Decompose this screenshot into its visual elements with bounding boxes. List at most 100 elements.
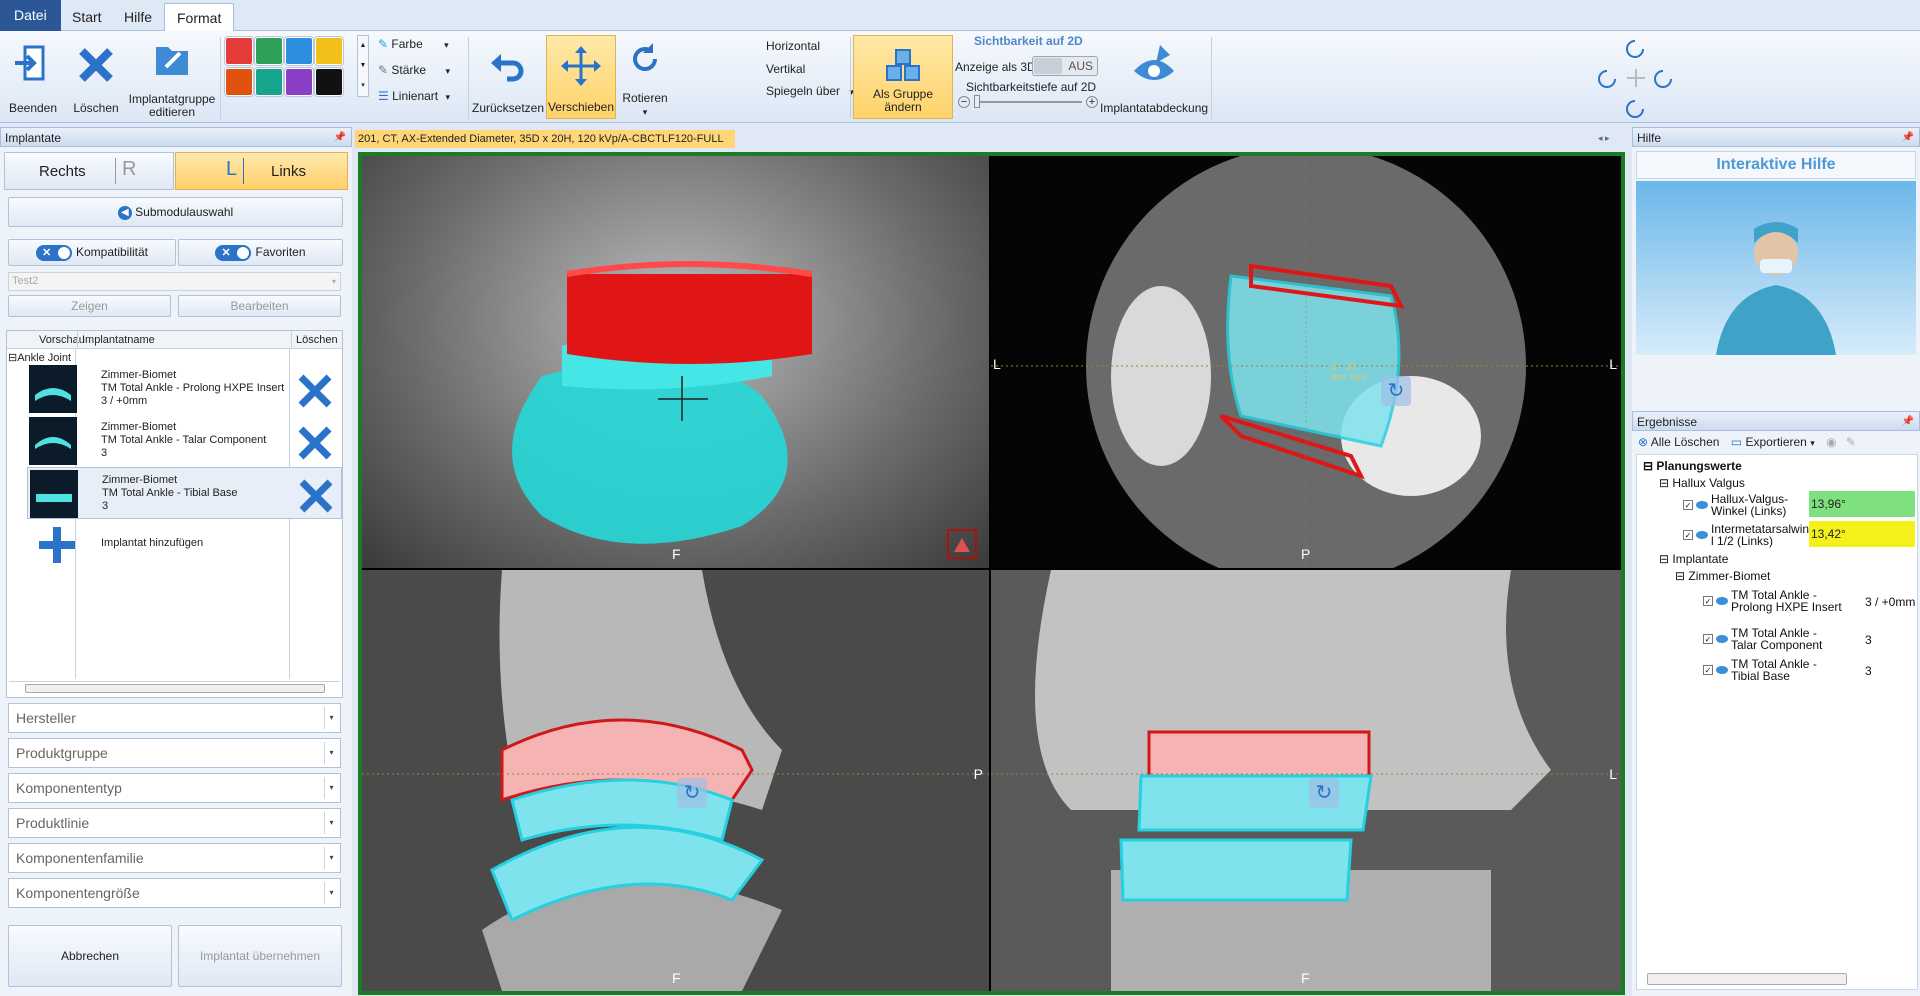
- profile-select[interactable]: Test2 ▾: [8, 272, 341, 291]
- implantat-uebernehmen-button[interactable]: Implantat übernehmen: [178, 925, 342, 987]
- komponentenfamilie-dropdown[interactable]: Komponentenfamilie ▾: [8, 843, 341, 873]
- color-swatch-purple[interactable]: [285, 68, 313, 96]
- result-insert[interactable]: ✓ TM Total Ankle - Prolong HXPE Insert: [1703, 589, 1842, 613]
- linienart-dropdown[interactable]: ☰ Linienart ▾: [378, 89, 450, 103]
- rotate-handle-icon[interactable]: ↻: [1309, 778, 1339, 808]
- rotieren-button[interactable]: Rotieren ▾: [620, 35, 670, 119]
- color-swatch-yellow[interactable]: [315, 37, 343, 65]
- rotate-handle-icon[interactable]: ↻: [1381, 376, 1411, 406]
- implant-preview-talar: [29, 417, 77, 465]
- pin-icon[interactable]: 📌: [1902, 128, 1914, 148]
- horizontal-button[interactable]: Horizontal: [766, 39, 820, 53]
- komponententyp-dropdown[interactable]: Komponententyp ▾: [8, 773, 341, 803]
- als-gruppe-aendern-button[interactable]: Als Gruppe ändern: [853, 35, 953, 119]
- exportieren-dropdown[interactable]: ▭ Exportieren ▾: [1731, 435, 1815, 449]
- table-hscrollbar[interactable]: [9, 681, 340, 695]
- color-swatch-green[interactable]: [255, 37, 283, 65]
- beenden-button[interactable]: Beenden: [4, 35, 62, 119]
- checkbox[interactable]: ✓: [1683, 530, 1693, 540]
- paint-icon: ✎: [378, 37, 389, 51]
- rotate-handle-icon[interactable]: ↻: [677, 778, 707, 808]
- zuruecksetzen-button[interactable]: Zurücksetzen: [472, 35, 544, 119]
- orientation-label: P: [1301, 546, 1311, 562]
- hersteller-dropdown[interactable]: Hersteller ▾: [8, 703, 341, 733]
- spiegeln-dropdown[interactable]: Spiegeln über ▾: [766, 84, 854, 98]
- help-video-thumbnail[interactable]: [1636, 181, 1916, 355]
- result-tibial[interactable]: ✓ TM Total Ankle - Tibial Base: [1703, 658, 1817, 682]
- abbrechen-button[interactable]: Abbrechen: [8, 925, 172, 987]
- eye-icon[interactable]: [1696, 531, 1708, 539]
- sichtbarkeitstiefe-slider[interactable]: − +: [958, 94, 1098, 110]
- checkbox[interactable]: ✓: [1703, 634, 1713, 644]
- tab-hilfe[interactable]: Hilfe: [112, 3, 164, 31]
- tree-hscrollbar[interactable]: [1647, 973, 1847, 985]
- alle-loeschen-button[interactable]: ⊗ Alle Löschen: [1638, 435, 1719, 449]
- viewport-3d[interactable]: F: [362, 156, 989, 568]
- eye-icon[interactable]: [1716, 635, 1728, 643]
- result-intermetatarsalwinkel[interactable]: ✓ Intermetatarsalwinke l 1/2 (Links): [1683, 523, 1822, 547]
- coronal-slice: [991, 570, 1621, 991]
- anzeige-3d-toggle[interactable]: AUS: [1032, 56, 1098, 76]
- hilfe-header: Hilfe 📌: [1632, 127, 1920, 147]
- checkbox[interactable]: ✓: [1683, 500, 1693, 510]
- tab-start[interactable]: Start: [60, 3, 114, 31]
- list-item[interactable]: Zimmer-Biomet TM Total Ankle - Tibial Bas…: [27, 467, 342, 519]
- ergebnisse-header: Ergebnisse 📌: [1632, 411, 1920, 431]
- tab-format[interactable]: Format: [164, 3, 235, 32]
- swatch-scroll[interactable]: ▲ ▼ ▾: [357, 35, 369, 97]
- kompatibilitaet-toggle[interactable]: ✕ Kompatibilität: [8, 239, 176, 266]
- delete-x-icon[interactable]: [298, 478, 334, 514]
- visibility-icon[interactable]: ◉: [1826, 435, 1836, 449]
- plus-icon: [39, 527, 75, 563]
- farbe-dropdown[interactable]: ✎ Farbe ▾: [378, 37, 449, 51]
- produktgruppe-dropdown[interactable]: Produktgruppe ▾: [8, 738, 341, 768]
- implantatabdeckung-button[interactable]: Implantatabdeckung: [1100, 35, 1208, 119]
- eye-icon[interactable]: [1716, 666, 1728, 674]
- vertikal-button[interactable]: Vertikal: [766, 62, 805, 76]
- staerke-dropdown[interactable]: ✎ Stärke ▾: [378, 63, 450, 77]
- tree-planungswerte[interactable]: ⊟ Planungswerte: [1643, 459, 1742, 473]
- loeschen-button[interactable]: Löschen: [66, 35, 126, 119]
- delete-x-icon[interactable]: [297, 373, 333, 409]
- viewport-axial[interactable]: L L P 5 10 mm mm ↻: [991, 156, 1621, 568]
- checkbox[interactable]: ✓: [1703, 665, 1713, 675]
- tree-hallux-valgus[interactable]: ⊟ Hallux Valgus: [1659, 476, 1745, 490]
- result-talar[interactable]: ✓ TM Total Ankle - Talar Component: [1703, 627, 1822, 651]
- viewport-sagittal[interactable]: P F ↻: [362, 570, 989, 991]
- links-button[interactable]: L Links: [175, 152, 348, 190]
- eye-icon[interactable]: [1716, 597, 1728, 605]
- produktlinie-dropdown[interactable]: Produktlinie ▾: [8, 808, 341, 838]
- pin-icon[interactable]: 📌: [334, 128, 346, 148]
- implantatgruppe-editieren-button[interactable]: Implantatgruppe editieren: [128, 35, 216, 119]
- color-swatch-blue[interactable]: [285, 37, 313, 65]
- viewer-nav-arrows[interactable]: ◂ ▸: [1598, 133, 1610, 144]
- tab-datei[interactable]: Datei: [0, 0, 61, 31]
- bearbeiten-button[interactable]: Bearbeiten: [178, 295, 341, 317]
- color-swatch-teal[interactable]: [255, 68, 283, 96]
- favoriten-toggle[interactable]: ✕ Favoriten: [178, 239, 343, 266]
- result-hallux-valgus-winkel[interactable]: ✓ Hallux-Valgus- Winkel (Links): [1683, 493, 1788, 517]
- rechts-button[interactable]: Rechts R: [4, 152, 174, 190]
- color-swatch-red[interactable]: [225, 37, 253, 65]
- list-item[interactable]: Zimmer-Biomet TM Total Ankle - Talar Comp…: [27, 415, 342, 467]
- list-item[interactable]: Zimmer-Biomet TM Total Ankle - Prolong HX…: [27, 363, 342, 415]
- zeigen-button[interactable]: Zeigen: [8, 295, 171, 317]
- tree-zimmer-biomet[interactable]: ⊟ Zimmer-Biomet: [1675, 569, 1770, 583]
- tree-implantate[interactable]: ⊟ Implantate: [1659, 552, 1728, 566]
- verschieben-button[interactable]: Verschieben: [546, 35, 616, 119]
- pin-icon[interactable]: 📌: [1902, 412, 1914, 432]
- submodulauswahl-button[interactable]: ◀ Submodulauswahl: [8, 197, 343, 227]
- checkbox[interactable]: ✓: [1703, 596, 1713, 606]
- pen-icon[interactable]: ✎: [1846, 435, 1856, 449]
- komponentengroesse-dropdown[interactable]: Komponentengröße ▾: [8, 878, 341, 908]
- color-swatch-orange[interactable]: [225, 68, 253, 96]
- viewport-coronal[interactable]: L F ↻: [991, 570, 1621, 991]
- edit-group-icon: [156, 47, 188, 75]
- color-swatch-black[interactable]: [315, 68, 343, 96]
- delete-x-icon[interactable]: [297, 425, 333, 461]
- implantat-hinzufuegen-button[interactable]: Implantat hinzufügen: [27, 521, 287, 565]
- right-panel: Hilfe 📌 Interaktive Hilfe Ergebnisse 📌 ⊗ A…: [1632, 127, 1920, 996]
- rotate-icon: [633, 43, 657, 71]
- eye-icon[interactable]: [1696, 501, 1708, 509]
- orientation-label: L: [1609, 766, 1617, 782]
